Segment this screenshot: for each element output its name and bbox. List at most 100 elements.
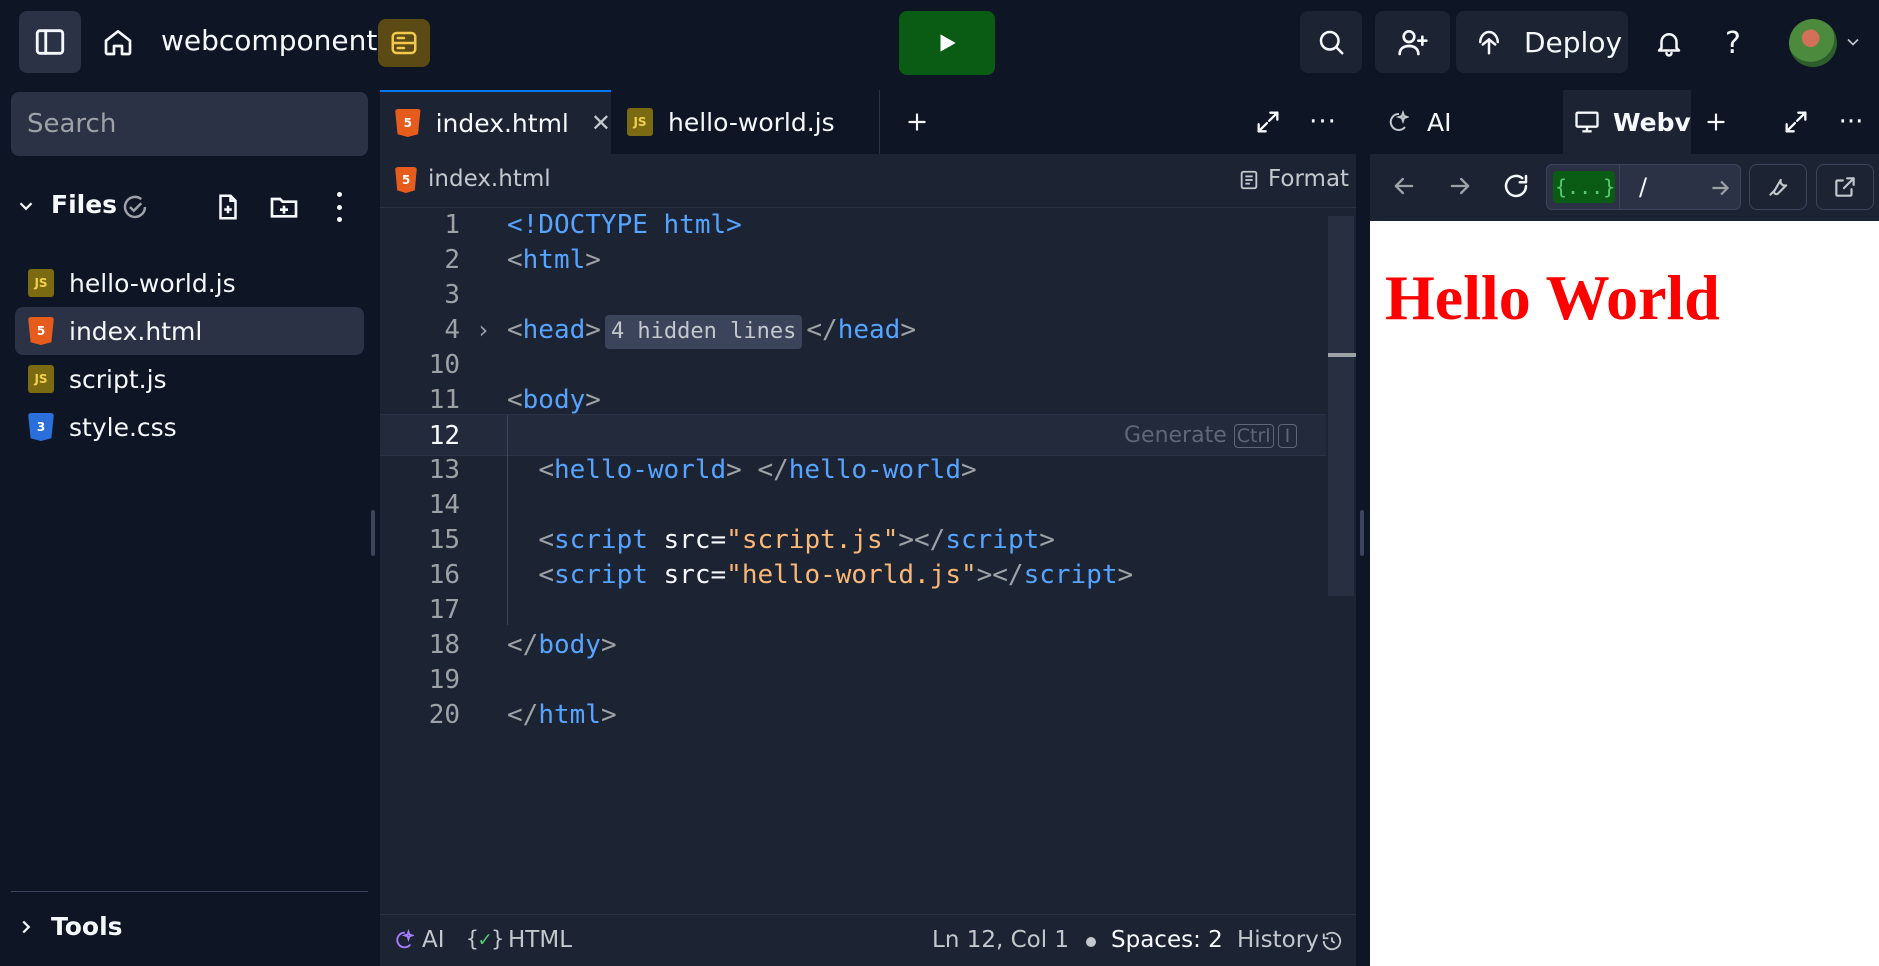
pane-resize-handle[interactable] xyxy=(1360,510,1364,556)
notifications-button[interactable] xyxy=(1644,18,1694,68)
devtools-button[interactable] xyxy=(1749,164,1807,210)
line-content: </html> xyxy=(507,700,617,730)
format-icon xyxy=(1240,170,1258,190)
ai-sparkle-icon xyxy=(396,929,414,949)
more-horizontal-icon: ··· xyxy=(1309,107,1337,137)
collapse-chevron-icon[interactable] xyxy=(15,195,37,217)
reload-button[interactable] xyxy=(1496,166,1536,206)
project-name[interactable]: webcomponent xyxy=(161,24,377,57)
open-new-window-button[interactable] xyxy=(1816,164,1874,210)
file-item-script-js[interactable]: JS script.js xyxy=(15,355,364,403)
status-cursor-position[interactable]: Ln 12, Col 1 xyxy=(932,927,1069,953)
css3-file-icon: 3 xyxy=(28,413,54,441)
new-tab-button[interactable] xyxy=(1694,100,1738,144)
maximize-webview-button[interactable] xyxy=(1774,100,1818,144)
tab-label: index.html xyxy=(435,108,569,138)
webview-pane: AI Webv ··· {...}.r / xyxy=(1370,90,1879,966)
plus-icon xyxy=(1707,113,1725,131)
file-item-style-css[interactable]: 3 style.css xyxy=(15,403,364,451)
chevron-down-icon[interactable] xyxy=(1843,32,1863,52)
sidebar-toggle-icon xyxy=(35,29,65,55)
url-path[interactable]: / xyxy=(1639,173,1647,201)
deploy-label: Deploy xyxy=(1524,25,1623,59)
invite-button[interactable] xyxy=(1375,11,1450,73)
reload-icon xyxy=(1504,174,1528,198)
go-arrow-icon[interactable] xyxy=(1707,175,1733,201)
file-sidebar: Search Files JS hello-world.js 5 index.h… xyxy=(0,88,378,966)
sidebar-resize-handle[interactable] xyxy=(371,510,375,556)
chevron-right-icon[interactable] xyxy=(15,916,37,938)
file-item-hello-world-js[interactable]: JS hello-world.js xyxy=(15,259,364,307)
ai-sparkle-icon xyxy=(1389,110,1409,131)
add-user-icon xyxy=(1397,30,1428,56)
breadcrumb-file[interactable]: index.html xyxy=(428,166,551,192)
play-icon xyxy=(940,34,956,52)
tools-heading[interactable]: Tools xyxy=(51,912,123,941)
maximize-editor-button[interactable] xyxy=(1246,100,1290,144)
js-icon: JS xyxy=(627,108,653,136)
wrench-icon xyxy=(1769,178,1788,196)
webview-preview[interactable]: Hello World xyxy=(1370,221,1879,966)
webview-more-button[interactable]: ··· xyxy=(1829,100,1873,144)
url-divider xyxy=(1619,165,1620,209)
html5-icon: 5 xyxy=(395,109,421,137)
code-editor-pane: 5 index.html ✕ JS hello-world.js ··· 5 i… xyxy=(380,90,1356,966)
file-item-index-html[interactable]: 5 index.html xyxy=(15,307,364,355)
file-name: script.js xyxy=(69,364,167,394)
url-host-badge[interactable]: {...}.r xyxy=(1553,171,1615,203)
file-name: index.html xyxy=(69,316,203,346)
status-spaces[interactable]: Spaces: 2 xyxy=(1111,927,1223,953)
run-button[interactable] xyxy=(899,11,995,75)
line-number: 20 xyxy=(428,700,460,730)
history-icon xyxy=(1322,931,1342,951)
status-language[interactable]: HTML xyxy=(508,927,572,953)
help-button[interactable]: ? xyxy=(1710,18,1756,68)
search-input[interactable]: Search xyxy=(11,92,368,156)
files-heading[interactable]: Files xyxy=(51,190,117,219)
project-type-button[interactable] xyxy=(378,19,430,67)
file-name: style.css xyxy=(69,412,177,442)
preview-heading: Hello World xyxy=(1385,262,1720,333)
new-file-icon[interactable] xyxy=(213,192,243,222)
maximize-icon xyxy=(1785,111,1807,133)
scrollbar-cursor-marker xyxy=(1328,353,1356,357)
status-history[interactable]: History xyxy=(1237,927,1319,953)
maximize-icon xyxy=(1257,111,1279,133)
back-button[interactable] xyxy=(1384,166,1424,206)
avatar[interactable] xyxy=(1789,19,1837,67)
code-line[interactable]: 20 </html> xyxy=(380,694,1326,736)
url-field[interactable]: {...}.r / xyxy=(1546,164,1741,210)
home-button[interactable] xyxy=(94,18,142,66)
editor-more-button[interactable]: ··· xyxy=(1301,100,1345,144)
html5-icon: 5 xyxy=(395,167,417,193)
tab-webview[interactable]: Webv xyxy=(1563,90,1691,154)
js-file-icon: JS xyxy=(28,365,54,393)
arrow-left-icon xyxy=(1394,177,1414,195)
deploy-icon xyxy=(1479,30,1499,55)
status-ai[interactable]: AI xyxy=(422,927,445,953)
search-button[interactable] xyxy=(1300,11,1362,73)
home-icon xyxy=(104,30,132,56)
top-bar: webcomponent Deploy ? xyxy=(0,0,1879,88)
tab-label: hello-world.js xyxy=(668,107,835,137)
new-folder-icon[interactable] xyxy=(268,191,300,223)
more-options-icon[interactable] xyxy=(337,192,343,222)
tab-ai[interactable]: AI xyxy=(1370,90,1560,154)
close-tab-icon[interactable]: ✕ xyxy=(591,109,611,137)
editor-status-bar: AI {✓} HTML Ln 12, Col 1 Spaces: 2 Histo… xyxy=(380,914,1356,966)
new-tab-button[interactable] xyxy=(895,100,939,144)
arrow-right-icon xyxy=(1450,177,1470,195)
url-toolbar: {...}.r / xyxy=(1370,154,1879,221)
tab-label: Webv xyxy=(1613,107,1691,137)
lang-braces-icon: {✓} xyxy=(466,927,504,951)
deploy-button[interactable]: Deploy xyxy=(1456,11,1628,73)
tab-hello-world-js[interactable]: JS hello-world.js xyxy=(612,90,880,154)
format-button[interactable]: Format xyxy=(1268,166,1349,192)
editor-scrollbar[interactable] xyxy=(1328,216,1354,596)
bell-icon xyxy=(1657,33,1681,57)
tab-index-html[interactable]: 5 index.html ✕ xyxy=(380,90,611,154)
forward-button[interactable] xyxy=(1440,166,1480,206)
breadcrumb: 5 index.html Format xyxy=(380,154,1356,208)
help-icon: ? xyxy=(1725,25,1741,61)
sidebar-toggle-button[interactable] xyxy=(19,11,81,73)
